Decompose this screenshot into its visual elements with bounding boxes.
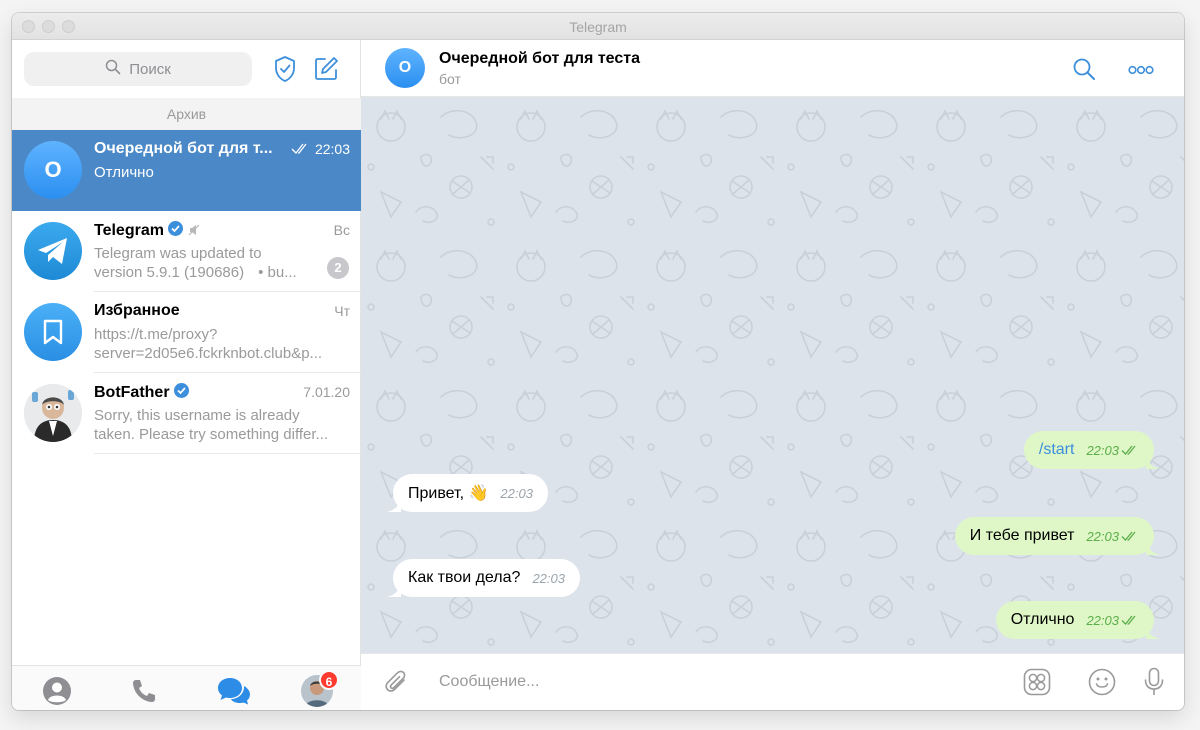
stickers-icon[interactable]: [1022, 667, 1052, 697]
window-title: Telegram: [569, 19, 627, 35]
title-bar: Telegram: [12, 13, 1184, 40]
compose-icon[interactable]: [311, 54, 341, 84]
botfather-avatar: [24, 384, 82, 442]
calls-icon[interactable]: [127, 676, 161, 706]
message-time: 22:03: [500, 485, 533, 501]
telegram-window: Telegram Поиск Архив O Очередной бот для…: [12, 13, 1184, 710]
chat-avatar[interactable]: O: [385, 48, 425, 88]
chat-time: Вс: [333, 222, 350, 238]
message-composer: Сообщение...: [361, 653, 1184, 710]
search-input[interactable]: Поиск: [24, 52, 252, 86]
chat-time: Чт: [334, 303, 350, 319]
read-checks-icon: [1121, 615, 1139, 626]
muted-icon: [188, 223, 200, 241]
attach-icon[interactable]: [383, 668, 411, 698]
chat-item-bot[interactable]: O Очередной бот для т... 22:03 Отлично: [12, 130, 361, 211]
bookmark-icon: [24, 303, 82, 361]
search-icon[interactable]: [1071, 56, 1097, 82]
message-incoming[interactable]: Привет, 👋 22:03: [387, 474, 548, 512]
chat-preview: Telegram was updated to version 5.9.1 (1…: [94, 245, 297, 281]
verified-icon: [173, 383, 189, 398]
message-text: И тебе привет: [969, 527, 1075, 544]
message-text: Отлично: [1010, 611, 1075, 628]
read-checks-icon: [1121, 531, 1139, 542]
verified-icon: [167, 221, 183, 236]
unread-badge: 2: [327, 257, 349, 279]
search-icon: [105, 59, 121, 80]
search-placeholder: Поиск: [129, 60, 171, 78]
chat-subtitle: бот: [439, 71, 461, 87]
settings-badge: 6: [319, 670, 339, 690]
chat-time: 7.01.20: [303, 384, 350, 400]
chat-name: BotFather: [94, 383, 189, 402]
avatar: O: [24, 141, 82, 199]
bot-command-link[interactable]: /start: [1039, 441, 1075, 459]
chat-time: 22:03: [291, 141, 350, 157]
proxy-shield-icon[interactable]: [272, 54, 298, 84]
contacts-icon[interactable]: [40, 676, 74, 706]
chat-name: Telegram: [94, 221, 200, 241]
chat-item-saved-messages[interactable]: Избранное Чт https://t.me/proxy? server=…: [12, 292, 361, 373]
message-outgoing[interactable]: И тебе привет 22:03: [954, 517, 1160, 555]
read-checks-icon: [291, 143, 311, 155]
message-outgoing[interactable]: Отлично 22:03: [995, 601, 1160, 639]
message-time: 22:03: [1086, 612, 1119, 628]
message-time: 22:03: [1086, 528, 1119, 544]
settings-avatar[interactable]: 6: [300, 670, 339, 707]
emoji-icon[interactable]: [1087, 667, 1117, 697]
chat-list-sidebar: Поиск Архив O Очередной бот для т... 22:…: [12, 40, 361, 710]
message-time: 22:03: [532, 570, 565, 586]
chat-item-botfather[interactable]: BotFather 7.01.20 Sorry, this username i…: [12, 373, 361, 454]
message-text: Привет, 👋: [408, 485, 489, 502]
chat-header: O Очередной бот для теста бот: [361, 40, 1184, 97]
message-incoming[interactable]: Как твои дела? 22:03: [387, 559, 580, 597]
message-input[interactable]: Сообщение...: [439, 673, 539, 691]
chat-name: Очередной бот для т...: [94, 140, 273, 157]
more-options-icon[interactable]: [1127, 58, 1155, 82]
read-checks-icon: [1121, 445, 1139, 456]
chat-title[interactable]: Очередной бот для теста: [439, 50, 640, 68]
telegram-logo-icon: [24, 222, 82, 280]
message-outgoing[interactable]: /start 22:03: [1023, 431, 1160, 469]
archive-header[interactable]: Архив: [12, 98, 361, 130]
chat-preview: https://t.me/proxy? server=2d05e6.fckrkn…: [94, 326, 323, 362]
message-text: Как твои дела?: [408, 569, 521, 586]
conversation-panel: O Очередной бот для теста бот /start 22:…: [361, 40, 1184, 710]
divider: [94, 453, 361, 454]
chat-item-telegram[interactable]: Telegram Вс Telegram was updated to vers…: [12, 211, 361, 292]
microphone-icon[interactable]: [1141, 666, 1167, 698]
chat-name: Избранное: [94, 302, 180, 319]
message-area[interactable]: /start 22:03 Привет, 👋 22:03 И тебе прив…: [361, 97, 1184, 653]
chats-icon[interactable]: [214, 676, 254, 706]
message-time: 22:03: [1086, 442, 1119, 458]
chat-preview: Sorry, this username is already taken. P…: [94, 407, 329, 443]
chat-preview: Отлично: [94, 164, 154, 181]
bottom-tab-bar: 6: [12, 665, 361, 710]
